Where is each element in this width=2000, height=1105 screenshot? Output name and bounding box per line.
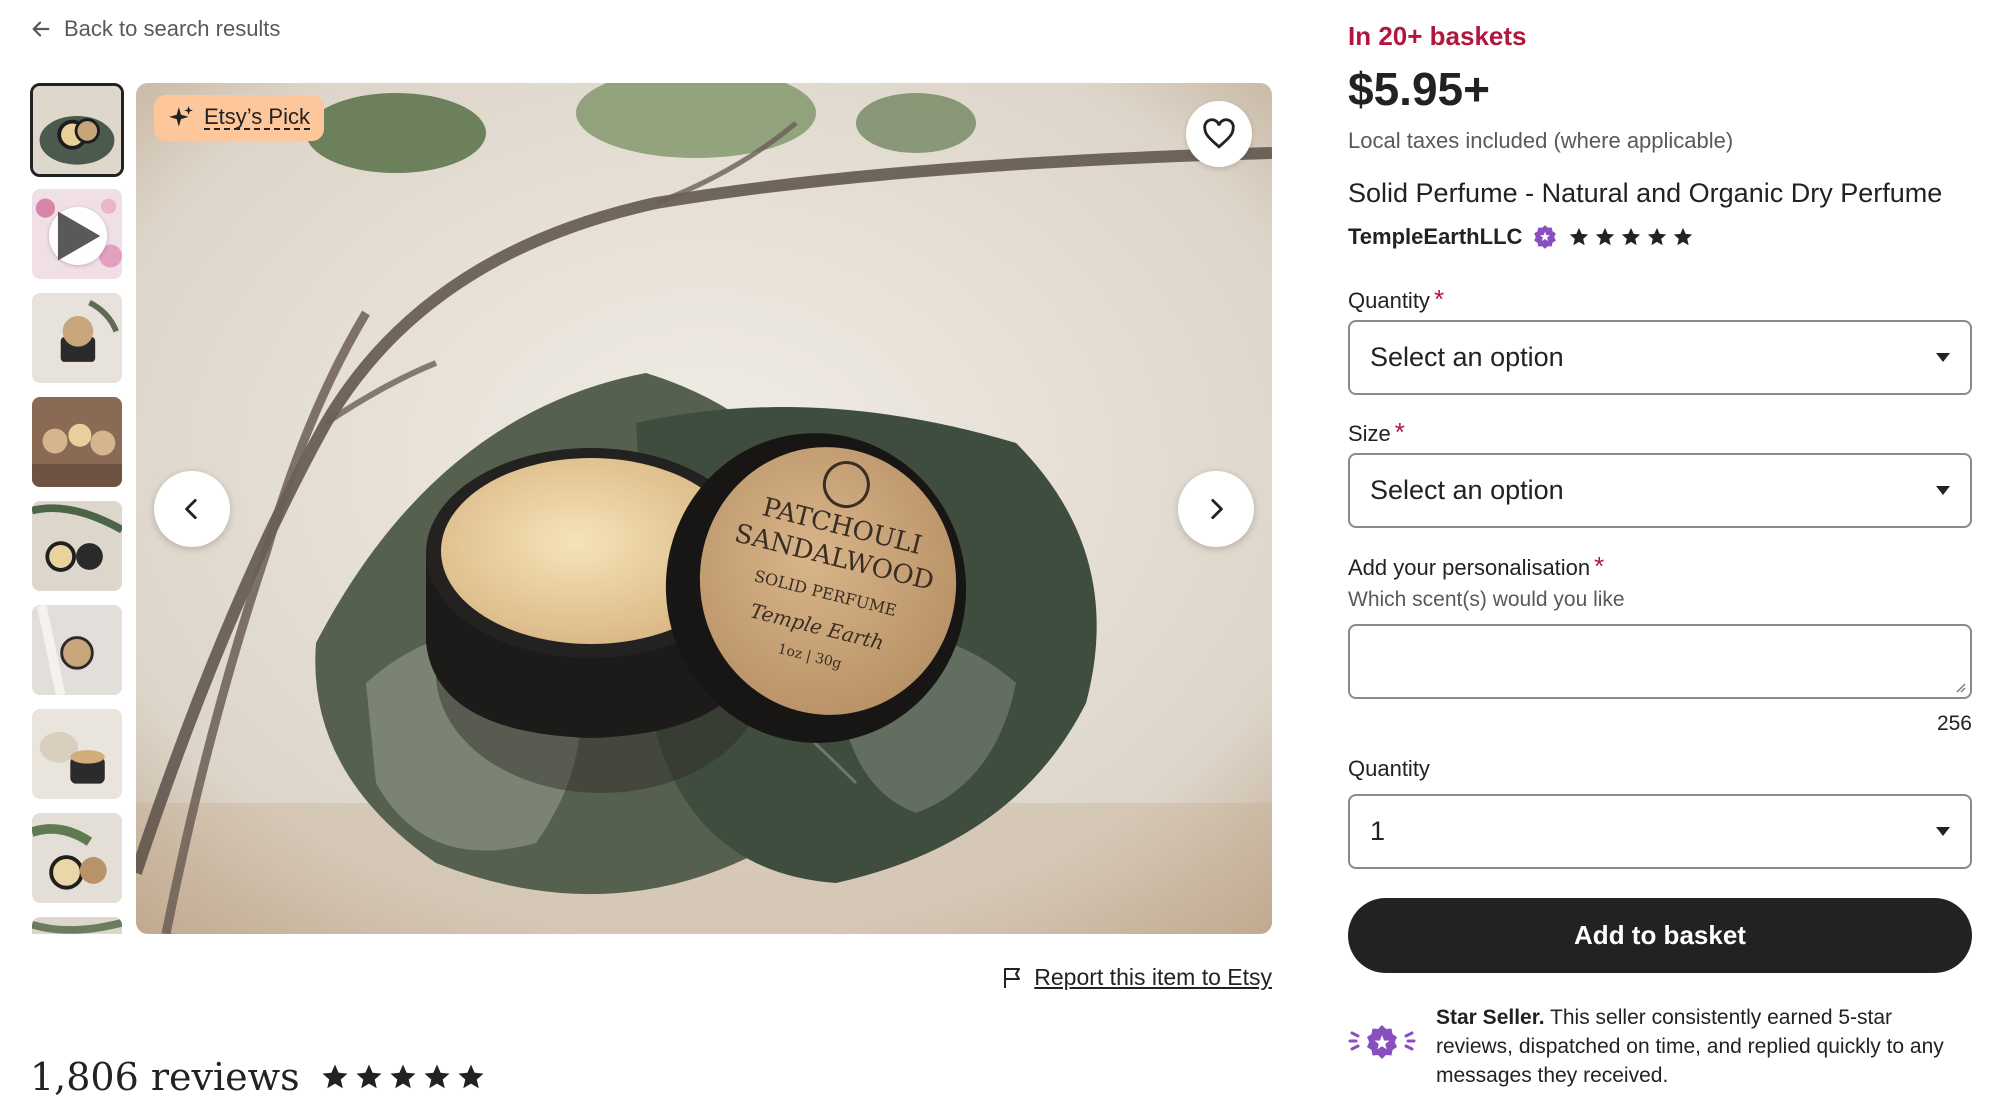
personalisation-label: Add your personalisation *	[1348, 551, 1604, 582]
thumbnail-4[interactable]	[30, 395, 124, 489]
personalisation-hint: Which scent(s) would you like	[1348, 588, 1625, 611]
arrow-left-icon	[32, 21, 50, 37]
report-item-link[interactable]: Report this item to Etsy	[1000, 964, 1272, 991]
thumbnail-6[interactable]	[30, 603, 124, 697]
previous-image-button[interactable]	[154, 471, 230, 547]
price: $5.95+	[1348, 63, 1490, 115]
report-item-label: Report this item to Etsy	[1034, 964, 1272, 990]
shop-row: TempleEarthLLC	[1348, 224, 1694, 250]
play-icon	[49, 207, 107, 265]
resize-handle-icon[interactable]	[1954, 681, 1966, 693]
reviews-star-rating	[320, 1062, 486, 1092]
thumbnail-3[interactable]	[30, 291, 124, 385]
star-seller-title: Star Seller.	[1436, 1006, 1545, 1029]
thumbnail-8[interactable]	[30, 811, 124, 905]
add-to-basket-button[interactable]: Add to basket	[1348, 898, 1972, 973]
back-link-label: Back to search results	[64, 16, 281, 41]
quantity-label-text: Quantity	[1348, 756, 1430, 781]
thumbnail-9[interactable]	[30, 915, 124, 934]
size-label: Size *	[1348, 417, 1405, 448]
star-icon	[322, 1064, 348, 1089]
thumbnail-strip[interactable]	[30, 83, 126, 934]
etsys-pick-label: Etsy’s Pick	[204, 104, 310, 130]
main-product-image: PATCHOULI SANDALWOOD SOLID PERFUME Templ…	[136, 83, 1272, 934]
star-icon	[1674, 227, 1693, 246]
required-mark: *	[1394, 417, 1405, 447]
quantity-value: 1	[1370, 816, 1386, 846]
caret-down-icon	[1936, 827, 1950, 836]
size-label-text: Size	[1348, 421, 1391, 446]
quantity-option-value: Select an option	[1370, 342, 1564, 372]
star-icon	[458, 1064, 484, 1089]
product-photo: PATCHOULI SANDALWOOD SOLID PERFUME Templ…	[136, 83, 1272, 934]
reviews-count: 1,806 reviews	[30, 1055, 300, 1099]
required-mark: *	[1433, 284, 1445, 314]
star-icon	[390, 1064, 416, 1089]
reviews-header: 1,806 reviews	[30, 1055, 486, 1099]
star-icon	[356, 1064, 382, 1089]
star-icon	[1570, 227, 1589, 246]
star-icon	[424, 1064, 450, 1089]
star-seller-badge-icon	[1534, 225, 1557, 249]
required-mark: *	[1594, 551, 1605, 581]
quantity-select[interactable]: 1	[1348, 794, 1972, 869]
baskets-count: In 20+ baskets	[1348, 21, 1527, 51]
caret-down-icon	[1936, 486, 1950, 495]
sparkle-icon	[169, 106, 193, 127]
star-icon	[1648, 227, 1667, 246]
star-seller-icon	[1348, 1025, 1416, 1059]
next-image-button[interactable]	[1178, 471, 1254, 547]
back-to-search-link[interactable]: Back to search results	[30, 16, 280, 42]
favorite-button[interactable]	[1186, 101, 1252, 167]
quantity-option-label-text: Quantity	[1348, 288, 1430, 313]
heart-icon	[1203, 118, 1235, 149]
shop-name-link[interactable]: TempleEarthLLC	[1348, 224, 1522, 250]
star-seller-info: Star Seller. This seller consistently ea…	[1348, 1003, 1972, 1090]
chevron-right-icon	[1211, 498, 1223, 520]
star-icon	[1596, 227, 1615, 246]
etsys-pick-badge[interactable]: Etsy’s Pick	[154, 95, 324, 141]
size-select[interactable]: Select an option	[1348, 453, 1972, 528]
star-icon	[1622, 227, 1641, 246]
quantity-label: Quantity	[1348, 756, 1430, 782]
personalisation-label-text: Add your personalisation	[1348, 555, 1591, 580]
thumbnail-7[interactable]	[30, 707, 124, 801]
thumbnail-5[interactable]	[30, 499, 124, 593]
thumbnail-video[interactable]	[30, 187, 124, 281]
quantity-option-select[interactable]: Select an option	[1348, 320, 1972, 395]
personalisation-textarea[interactable]	[1348, 624, 1972, 699]
star-seller-text: Star Seller. This seller consistently ea…	[1436, 1003, 1972, 1090]
tax-note: Local taxes included (where applicable)	[1348, 128, 1734, 153]
product-title: Solid Perfume - Natural and Organic Dry …	[1348, 178, 1943, 208]
flag-icon	[1004, 967, 1021, 988]
chevron-left-icon	[185, 498, 197, 520]
shop-star-rating	[1568, 226, 1694, 248]
character-counter: 256	[1936, 712, 1972, 735]
size-value: Select an option	[1370, 475, 1564, 505]
quantity-option-label: Quantity *	[1348, 284, 1444, 315]
thumbnail-1[interactable]	[30, 83, 124, 177]
caret-down-icon	[1936, 353, 1950, 362]
